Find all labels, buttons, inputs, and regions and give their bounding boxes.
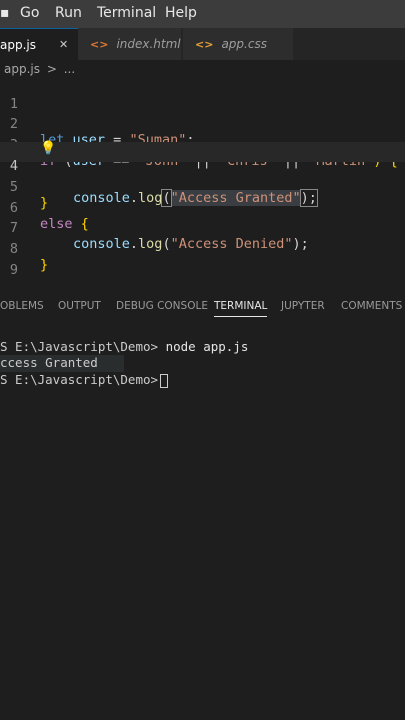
terminal-area[interactable]: S E:\Javascript\Demo> node app.js ccess … (0, 338, 405, 720)
html-file-icon: <> (90, 37, 109, 51)
tab-label: app.css (221, 37, 267, 51)
css-file-icon: <> (195, 37, 214, 51)
menu-bar: ▪ Go Run Terminal Help (0, 0, 405, 28)
tab-output[interactable]: OUTPUT (58, 300, 101, 312)
editor-tab-bar: app.js ✕ <> index.html <> app.css (0, 28, 405, 60)
tab-label: app.js (0, 37, 36, 52)
code-line: 2 let user = "Suman"; (0, 100, 405, 148)
breadcrumb-symbol[interactable]: ... (64, 62, 75, 76)
breadcrumb-file[interactable]: app.js (4, 62, 40, 76)
tab-comments[interactable]: COMMENTS (341, 300, 402, 312)
code-line: 6 else { (0, 184, 405, 232)
terminal-prompt: S E:\Javascript\Demo> (0, 339, 159, 354)
terminal-line: S E:\Javascript\Demo> node app.js (0, 339, 248, 356)
terminal-output: ccess Granted (0, 355, 124, 372)
breadcrumb: app.js > ... (4, 62, 75, 76)
terminal-cursor (160, 373, 169, 388)
menu-edge-glyph: ▪ (0, 5, 10, 21)
tab-jupyter[interactable]: JUPYTER (281, 300, 325, 312)
lightbulb-icon[interactable]: 💡 (40, 141, 56, 156)
tab-debug-console[interactable]: DEBUG CONSOLE (116, 300, 208, 312)
tab-index-html[interactable]: <> index.html (78, 28, 181, 60)
code-line-current: 4 💡 console.log("Access Granted"); (0, 141, 405, 207)
code-line: 5 } (0, 163, 405, 211)
tab-app-css[interactable]: <> app.css (183, 28, 293, 60)
code-line: 3 if (user == 'John' || 'Chris' || 'Mart… (0, 121, 405, 169)
terminal-command: node app.js (158, 339, 249, 354)
code-editor[interactable]: 1 2 let user = "Suman"; 3 if (user == 'J… (0, 80, 405, 280)
menu-go[interactable]: Go (20, 5, 39, 21)
panel-tab-bar: OBLEMS OUTPUT DEBUG CONSOLE TERMINAL JUP… (0, 296, 405, 320)
terminal-line: S E:\Javascript\Demo> (0, 372, 169, 389)
menu-help[interactable]: Help (165, 5, 197, 21)
close-icon[interactable]: ✕ (59, 38, 68, 51)
tab-problems[interactable]: OBLEMS (0, 300, 44, 312)
menu-run[interactable]: Run (55, 5, 82, 21)
code-line: 7 console.log("Access Denied"); (0, 204, 405, 252)
code-line: 9 (0, 246, 405, 278)
terminal-prompt: S E:\Javascript\Demo> (0, 372, 159, 387)
breadcrumb-separator: > (46, 62, 57, 76)
menu-terminal[interactable]: Terminal (97, 5, 156, 21)
line-number: 9 (9, 262, 18, 278)
code-line: 1 (0, 80, 405, 112)
tab-terminal[interactable]: TERMINAL (214, 300, 268, 317)
tab-label: index.html (116, 37, 181, 51)
tab-app-js[interactable]: app.js ✕ (0, 28, 78, 60)
code-line: 8 } (0, 225, 405, 273)
